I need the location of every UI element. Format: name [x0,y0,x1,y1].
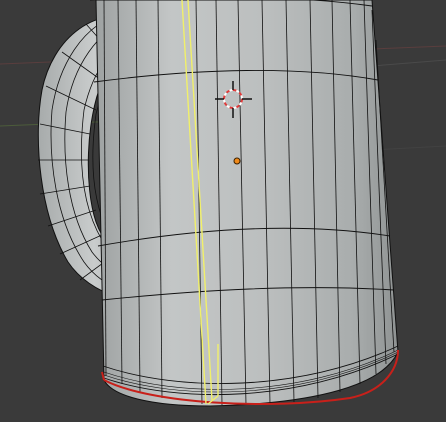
3d-viewport[interactable] [0,0,446,422]
origin-dot [233,157,241,165]
mug-body[interactable] [90,0,399,407]
viewport-canvas[interactable] [0,0,446,422]
